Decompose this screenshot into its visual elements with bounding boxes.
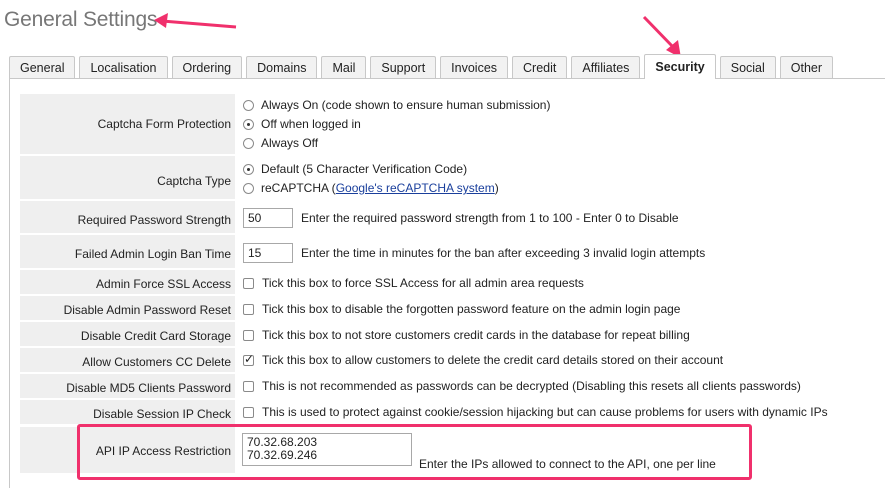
disable-session-ip-help: This is used to protect against cookie/s… [262, 405, 828, 419]
allow-cc-delete-label: Allow Customers CC Delete [82, 355, 231, 369]
captcha-type-default-radio[interactable] [243, 163, 254, 175]
captcha-type-label: Captcha Type [157, 174, 231, 188]
disable-md5-line[interactable]: This is not recommended as passwords can… [243, 379, 801, 393]
password-strength-field: 50 Enter the required password strength … [238, 201, 885, 234]
disable-session-ip-checkbox[interactable] [243, 406, 254, 418]
ban-time-row: Failed Admin Login Ban Time 15 Enter the… [20, 235, 885, 269]
title-annotation-arrow [154, 13, 237, 29]
allow-cc-delete-help: Tick this box to allow customers to dele… [262, 353, 724, 367]
disable-session-ip-label-cell: Disable Session IP Check [20, 400, 235, 425]
captcha-type-label-cell: Captcha Type [20, 156, 235, 200]
ban-time-line: 15 Enter the time in minutes for the ban… [243, 243, 705, 263]
disable-pw-reset-line[interactable]: Tick this box to disable the forgotten p… [243, 302, 680, 316]
force-ssl-label: Admin Force SSL Access [96, 277, 231, 291]
captcha-protection-row: Captcha Form Protection Always On (code … [20, 94, 885, 155]
captcha-off-logged-in-radio[interactable] [243, 118, 254, 130]
force-ssl-help: Tick this box to force SSL Access for al… [262, 276, 584, 290]
allow-cc-delete-field: Tick this box to allow customers to dele… [238, 348, 885, 373]
captcha-type-default-option[interactable]: Default (5 Character Verification Code) [243, 162, 467, 176]
captcha-always-off-radio[interactable] [243, 137, 254, 149]
password-strength-label-cell: Required Password Strength [20, 201, 235, 234]
disable-pw-reset-label: Disable Admin Password Reset [63, 303, 231, 317]
disable-pw-reset-field: Tick this box to disable the forgotten p… [238, 296, 885, 321]
allow-cc-delete-label-cell: Allow Customers CC Delete [20, 348, 235, 373]
disable-md5-label: Disable MD5 Clients Password [66, 381, 231, 395]
captcha-always-off-label: Always Off [261, 136, 319, 150]
page-title: General Settings [4, 8, 158, 31]
disable-pw-reset-row: Disable Admin Password Reset Tick this b… [20, 296, 885, 321]
captcha-off-logged-in-label: Off when logged in [261, 117, 361, 131]
force-ssl-checkbox[interactable] [243, 277, 254, 289]
allow-cc-delete-line[interactable]: Tick this box to allow customers to dele… [243, 352, 724, 367]
allow-cc-delete-checkbox[interactable] [243, 352, 254, 366]
captcha-protection-label-cell: Captcha Form Protection [20, 94, 235, 155]
disable-cc-storage-label: Disable Credit Card Storage [80, 329, 231, 343]
disable-md5-checkbox[interactable] [243, 380, 254, 392]
allow-cc-delete-row: Allow Customers CC Delete Tick this box … [20, 348, 885, 373]
ban-time-label: Failed Admin Login Ban Time [74, 247, 231, 261]
disable-cc-storage-help: Tick this box to not store customers cre… [262, 328, 690, 342]
ban-time-input[interactable]: 15 [243, 243, 293, 263]
force-ssl-row: Admin Force SSL Access Tick this box to … [20, 270, 885, 295]
tab-general[interactable]: General [9, 56, 76, 78]
disable-session-ip-label: Disable Session IP Check [93, 407, 231, 421]
ban-time-label-cell: Failed Admin Login Ban Time [20, 235, 235, 269]
captcha-always-on-radio[interactable] [243, 99, 254, 111]
disable-cc-storage-field: Tick this box to not store customers cre… [238, 322, 885, 347]
captcha-option-always-on[interactable]: Always On (code shown to ensure human su… [243, 98, 550, 112]
tab-other[interactable]: Other [779, 56, 834, 78]
tab-support[interactable]: Support [370, 56, 437, 78]
captcha-type-default-label: Default (5 Character Verification Code) [261, 162, 468, 176]
password-strength-line: 50 Enter the required password strength … [243, 208, 679, 228]
disable-cc-storage-label-cell: Disable Credit Card Storage [20, 322, 235, 347]
disable-md5-row: Disable MD5 Clients Password This is not… [20, 374, 885, 399]
captcha-type-row: Captcha Type Default (5 Character Verifi… [20, 156, 885, 200]
disable-md5-help: This is not recommended as passwords can… [262, 379, 801, 393]
captcha-always-on-label: Always On (code shown to ensure human su… [261, 98, 551, 112]
captcha-option-off-logged-in[interactable]: Off when logged in [243, 117, 361, 131]
disable-md5-field: This is not recommended as passwords can… [238, 374, 885, 399]
captcha-type-recaptcha-radio[interactable] [243, 182, 254, 194]
tab-invoices[interactable]: Invoices [440, 56, 509, 78]
disable-md5-label-cell: Disable MD5 Clients Password [20, 374, 235, 399]
disable-pw-reset-help: Tick this box to disable the forgotten p… [262, 302, 681, 316]
api-ip-annotation-box [77, 424, 752, 480]
captcha-type-field: Default (5 Character Verification Code) … [238, 156, 885, 200]
tab-localisation[interactable]: Localisation [79, 56, 168, 78]
force-ssl-label-cell: Admin Force SSL Access [20, 270, 235, 295]
captcha-type-recaptcha-label: reCAPTCHA ( [261, 181, 336, 195]
force-ssl-field: Tick this box to force SSL Access for al… [238, 270, 885, 295]
password-strength-help: Enter the required password strength fro… [301, 211, 679, 225]
password-strength-input[interactable]: 50 [243, 208, 293, 228]
password-strength-label: Required Password Strength [77, 213, 231, 227]
disable-cc-storage-checkbox[interactable] [243, 329, 254, 341]
tab-security[interactable]: Security [644, 54, 716, 79]
tab-affiliates[interactable]: Affiliates [571, 56, 641, 78]
disable-session-ip-row: Disable Session IP Check This is used to… [20, 400, 885, 425]
tab-social[interactable]: Social [719, 56, 776, 78]
captcha-option-always-off[interactable]: Always Off [243, 136, 318, 150]
disable-session-ip-field: This is used to protect against cookie/s… [238, 400, 885, 425]
disable-pw-reset-checkbox[interactable] [243, 303, 254, 315]
captcha-protection-label: Captcha Form Protection [97, 117, 231, 131]
disable-cc-storage-row: Disable Credit Card Storage Tick this bo… [20, 322, 885, 347]
captcha-type-recaptcha-option[interactable]: reCAPTCHA (Google's reCAPTCHA system) [243, 181, 499, 195]
tab-credit[interactable]: Credit [512, 56, 568, 78]
disable-session-ip-line[interactable]: This is used to protect against cookie/s… [243, 405, 828, 419]
ban-time-field: 15 Enter the time in minutes for the ban… [238, 235, 885, 269]
ban-time-help: Enter the time in minutes for the ban af… [301, 246, 706, 260]
force-ssl-line[interactable]: Tick this box to force SSL Access for al… [243, 276, 584, 290]
disable-cc-storage-line[interactable]: Tick this box to not store customers cre… [243, 328, 690, 342]
captcha-type-recaptcha-suffix: ) [494, 181, 499, 195]
password-strength-row: Required Password Strength 50 Enter the … [20, 201, 885, 234]
captcha-protection-field: Always On (code shown to ensure human su… [238, 94, 885, 155]
settings-tabs: General Localisation Ordering Domains Ma… [9, 54, 834, 79]
tab-domains[interactable]: Domains [246, 56, 318, 78]
tab-ordering[interactable]: Ordering [171, 56, 243, 78]
tab-mail[interactable]: Mail [321, 56, 367, 78]
disable-pw-reset-label-cell: Disable Admin Password Reset [20, 296, 235, 321]
recaptcha-link[interactable]: Google's reCAPTCHA system [336, 181, 495, 195]
